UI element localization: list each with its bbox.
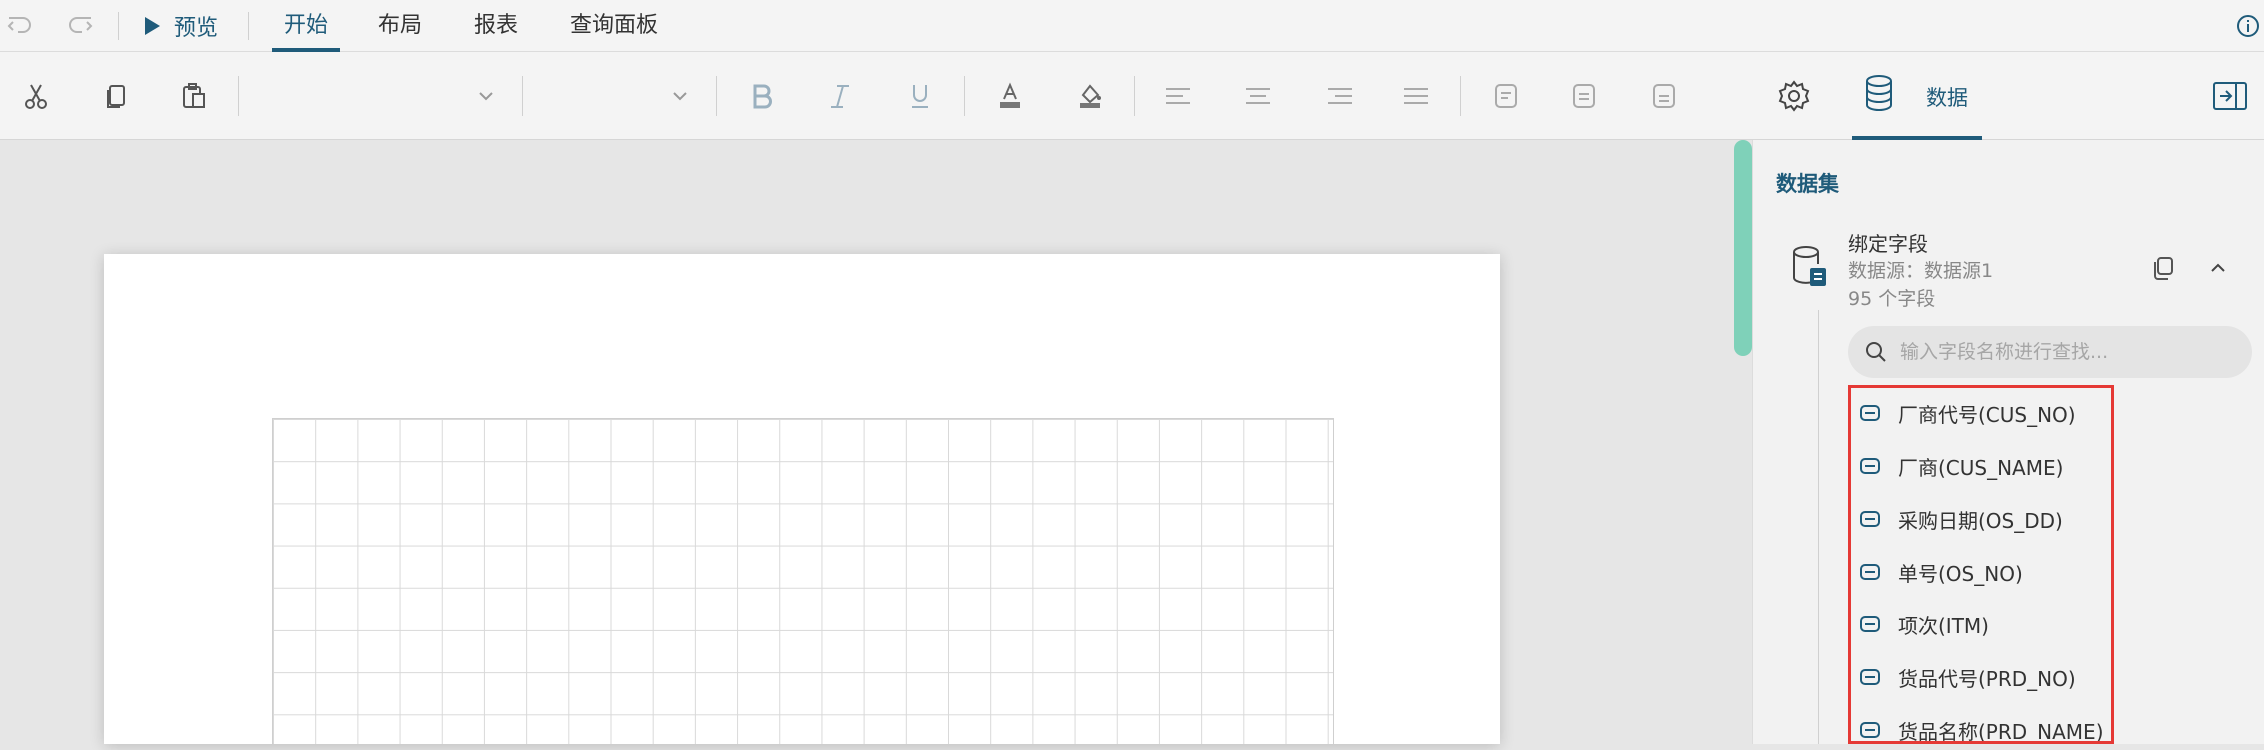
tab-report[interactable]: 报表: [474, 0, 518, 52]
divider: [522, 76, 523, 116]
fill-color-icon[interactable]: [1068, 74, 1112, 118]
report-grid[interactable]: [272, 418, 1334, 744]
align-left-icon[interactable]: [1156, 74, 1200, 118]
underline-icon[interactable]: [898, 74, 942, 118]
tab-layout[interactable]: 布局: [378, 0, 422, 52]
copy-icon[interactable]: [94, 74, 138, 118]
divider: [964, 76, 965, 116]
align-justify-icon[interactable]: [1394, 74, 1438, 118]
copy-icon[interactable]: [2150, 254, 2178, 282]
undo-icon[interactable]: [4, 10, 36, 42]
dataset-name[interactable]: 绑定字段: [1848, 228, 1928, 257]
tab-start[interactable]: 开始: [284, 0, 328, 52]
paste-icon[interactable]: [172, 74, 216, 118]
tab-data[interactable]: 数据: [1852, 52, 1982, 140]
chevron-down-icon: [479, 92, 493, 101]
divider: [238, 76, 239, 116]
dataset-field-count: 95 个字段: [1848, 288, 1936, 310]
redo-icon[interactable]: [64, 10, 96, 42]
bold-icon[interactable]: [740, 74, 784, 118]
toolbar-ribbon: 数据: [0, 52, 2264, 140]
dataset-icon: [1790, 244, 1830, 290]
field-box-icon[interactable]: [1642, 74, 1686, 118]
divider: [1134, 76, 1135, 116]
field-search[interactable]: [1848, 326, 2252, 378]
preview-label: 预览: [174, 16, 219, 41]
field-box-icon[interactable]: [1562, 74, 1606, 118]
canvas-scrollbar[interactable]: [1734, 140, 1752, 356]
cut-icon[interactable]: [14, 74, 58, 118]
play-icon: [140, 14, 164, 38]
database-icon: [1866, 75, 1892, 111]
chevron-down-icon: [673, 92, 687, 101]
italic-icon[interactable]: [818, 74, 862, 118]
settings-icon[interactable]: [1772, 74, 1816, 118]
panel-section-title: 数据集: [1776, 172, 1839, 196]
chevron-up-icon[interactable]: [2204, 254, 2232, 282]
search-input[interactable]: [1900, 326, 2240, 378]
tree-connector: [1818, 310, 1819, 744]
align-right-icon[interactable]: [1318, 74, 1362, 118]
field-box-icon[interactable]: [1484, 74, 1528, 118]
dataset-source: 数据源：数据源1: [1848, 260, 1994, 282]
search-icon: [1866, 342, 1886, 362]
font-color-icon[interactable]: [988, 74, 1032, 118]
highlight-box: [1848, 385, 2114, 744]
divider: [248, 12, 249, 40]
divider: [1460, 76, 1461, 116]
divider: [716, 76, 717, 116]
divider: [118, 12, 119, 40]
font-size-select[interactable]: [534, 74, 694, 118]
divider: [1752, 140, 1753, 744]
info-icon[interactable]: [2236, 14, 2260, 38]
font-family-select[interactable]: [250, 74, 500, 118]
tab-query-panel[interactable]: 查询面板: [570, 0, 658, 52]
preview-button[interactable]: 预览: [140, 0, 218, 52]
menu-bar: 预览 开始 布局 报表 查询面板: [0, 0, 2264, 52]
tab-data-label: 数据: [1926, 86, 1968, 110]
align-center-icon[interactable]: [1236, 74, 1280, 118]
collapse-panel-icon[interactable]: [2208, 74, 2252, 118]
